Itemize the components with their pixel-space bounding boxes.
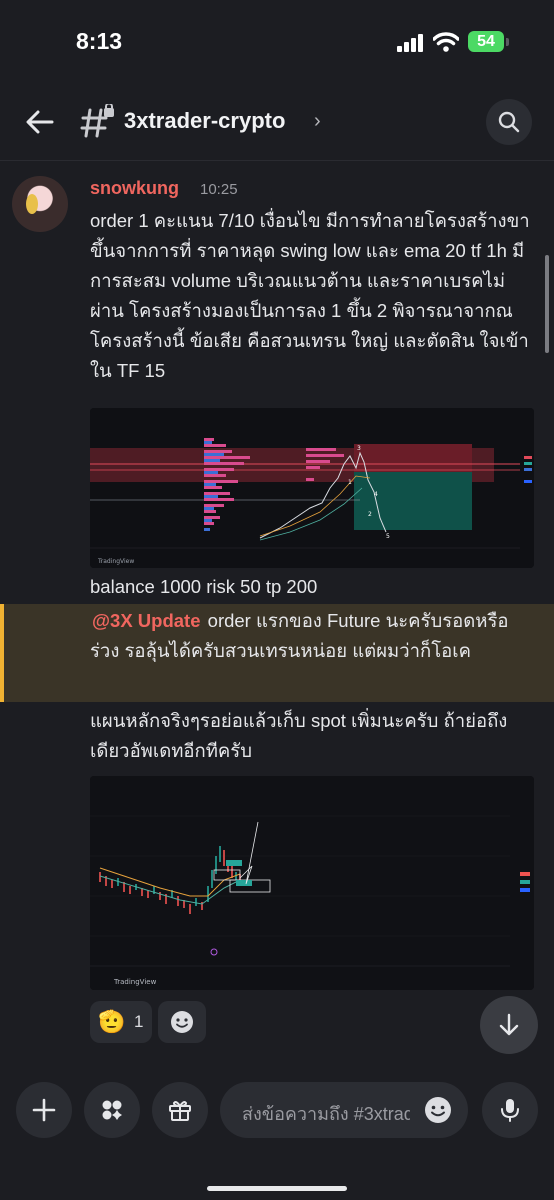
message-input-placeholder: ส่งข้อความถึง #3xtrader-crypto xyxy=(242,1104,410,1124)
search-icon xyxy=(498,111,520,133)
locked-channel-icon xyxy=(80,104,114,138)
message-composer: ส่งข้อความถึง #3xtrader-crypto xyxy=(0,1064,554,1200)
chart-wave-label: 3 xyxy=(357,445,361,452)
message-author[interactable]: snowkung xyxy=(90,178,179,199)
chart-image: 3 1 4 2 5 TradingView xyxy=(90,408,534,568)
chart-image-attachment[interactable]: 3 1 4 2 5 TradingView xyxy=(90,408,534,568)
wifi-icon xyxy=(433,32,459,52)
message-input[interactable]: ส่งข้อความถึง #3xtrader-crypto xyxy=(220,1082,468,1138)
emoji-picker-icon[interactable] xyxy=(424,1096,452,1124)
home-indicator xyxy=(207,1186,347,1191)
status-bar: 8:13 54 xyxy=(0,0,554,80)
apps-button[interactable] xyxy=(84,1082,140,1138)
chart-wave-label: 4 xyxy=(374,491,378,498)
back-arrow-icon[interactable] xyxy=(24,106,56,138)
chart-wave-label: 2 xyxy=(368,511,372,518)
message-text: แผนหลักจริงๆรอย่อแล้วเก็บ spot เพิ่มนะคร… xyxy=(90,710,508,761)
reaction-count: 1 xyxy=(134,1012,144,1031)
chevron-right-icon[interactable]: › xyxy=(314,110,321,133)
scrollbar[interactable] xyxy=(545,255,549,353)
battery-indicator: 54 xyxy=(468,31,504,52)
cellular-signal-icon xyxy=(397,34,423,52)
add-reaction-button[interactable] xyxy=(158,1001,206,1043)
mention-highlight-bar xyxy=(0,604,4,702)
tradingview-mark: TradingView xyxy=(97,558,134,565)
plus-icon xyxy=(32,1098,56,1122)
attach-button[interactable] xyxy=(16,1082,72,1138)
battery-nub xyxy=(506,38,509,46)
reaction-emoji: 🫡 xyxy=(98,1009,126,1034)
chart-image: TradingView xyxy=(90,776,534,990)
message-text: order 1 คะแนน 7/10 เงื่อนไข มีการทำลายโค… xyxy=(90,210,530,381)
apps-icon xyxy=(102,1100,122,1120)
avatar[interactable] xyxy=(12,176,68,232)
arrow-down-icon xyxy=(499,1013,519,1036)
message-text: balance 1000 risk 50 tp 200 xyxy=(90,576,318,597)
jump-to-bottom-button[interactable] xyxy=(480,996,538,1054)
clock: 8:13 xyxy=(76,28,123,54)
message-text-mention: @3X Update order แรกของ Future นะครับรอด… xyxy=(90,606,535,666)
message-timestamp: 10:25 xyxy=(200,181,238,198)
smiley-icon xyxy=(171,1011,193,1033)
gift-icon xyxy=(169,1101,191,1121)
chart-image-attachment[interactable]: TradingView xyxy=(90,776,534,990)
gift-button[interactable] xyxy=(152,1082,208,1138)
role-mention[interactable]: @3X Update xyxy=(90,610,203,631)
search-button[interactable] xyxy=(486,99,532,145)
voice-message-button[interactable] xyxy=(482,1082,538,1138)
reaction-button[interactable]: 🫡 1 xyxy=(90,1001,152,1043)
chart-wave-label: 5 xyxy=(386,533,390,540)
channel-name[interactable]: 3xtrader-crypto xyxy=(124,108,285,134)
chart-wave-label: 1 xyxy=(348,479,352,486)
channel-header: 3xtrader-crypto › xyxy=(0,84,554,161)
tradingview-mark: TradingView xyxy=(113,978,157,986)
microphone-icon xyxy=(501,1099,519,1122)
